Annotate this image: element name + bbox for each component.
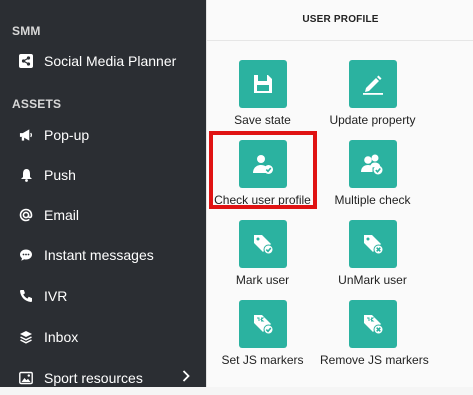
sidebar-item-instant-messages[interactable]: Instant messages	[0, 238, 206, 272]
pencil-edit-icon	[348, 60, 397, 108]
bell-icon	[19, 168, 33, 182]
sidebar-item-label: Push	[44, 167, 76, 183]
tag-check-icon	[238, 220, 287, 268]
sidebar-item-label: Sport resources	[44, 370, 143, 386]
phone-icon	[19, 289, 33, 303]
tile-label: Mark user	[235, 273, 290, 287]
sidebar-item-label: Social Media Planner	[44, 53, 177, 69]
tile-label: UnMark user	[338, 273, 407, 287]
sidebar-item-push[interactable]: Push	[0, 158, 206, 192]
sidebar-item-ivr[interactable]: IVR	[0, 279, 206, 313]
tile-remove-js-markers[interactable]: Remove JS markers	[320, 300, 429, 367]
panel-title: USER PROFILE	[207, 0, 473, 41]
sidebar-item-social-media-planner[interactable]: Social Media Planner	[0, 44, 206, 78]
tile-mark-user[interactable]: Mark user	[210, 220, 315, 287]
sidebar-item-label: Instant messages	[44, 247, 154, 263]
tile-label: Multiple check	[334, 193, 411, 207]
sidebar-item-inbox[interactable]: Inbox	[0, 320, 206, 354]
tile-label: Remove JS markers	[320, 353, 429, 367]
image-icon	[19, 371, 33, 385]
sidebar-item-email[interactable]: Email	[0, 198, 206, 232]
tile-label: Update property	[329, 113, 416, 127]
tile-set-js-markers[interactable]: Set JS markers	[210, 300, 315, 367]
users-check-icon	[348, 140, 397, 188]
tile-save-state[interactable]: Save state	[210, 60, 315, 127]
tile-update-property[interactable]: Update property	[320, 60, 425, 127]
chevron-right-icon	[182, 369, 190, 387]
sidebar-item-label: Email	[44, 207, 80, 223]
js-tag-x-icon	[348, 300, 397, 348]
sidebar-item-label: IVR	[44, 288, 68, 304]
at-icon	[19, 208, 33, 222]
highlight-box	[209, 131, 317, 209]
sidebar-item-sport-resources[interactable]: Sport resources	[0, 361, 206, 395]
layers-icon	[19, 330, 33, 344]
chat-bubble-icon	[19, 248, 33, 262]
tile-unmark-user[interactable]: UnMark user	[320, 220, 425, 287]
tag-x-icon	[348, 220, 397, 268]
sidebar-item-pop-up[interactable]: Pop-up	[0, 118, 206, 152]
sidebar-item-label: Pop-up	[44, 127, 90, 143]
share-square-icon	[19, 54, 33, 68]
js-tag-check-icon	[238, 300, 287, 348]
megaphone-icon	[19, 128, 33, 142]
sidebar-item-label: Inbox	[44, 329, 79, 345]
tile-multiple-check[interactable]: Multiple check	[320, 140, 425, 207]
tile-label: Save state	[234, 113, 291, 127]
floppy-disk-icon	[238, 60, 287, 108]
tile-label: Set JS markers	[221, 353, 304, 367]
section-label-smm: SMM	[12, 24, 41, 38]
sidebar: SMM Social Media Planner ASSETS Pop-up P…	[0, 0, 206, 387]
section-label-assets: ASSETS	[12, 97, 62, 111]
